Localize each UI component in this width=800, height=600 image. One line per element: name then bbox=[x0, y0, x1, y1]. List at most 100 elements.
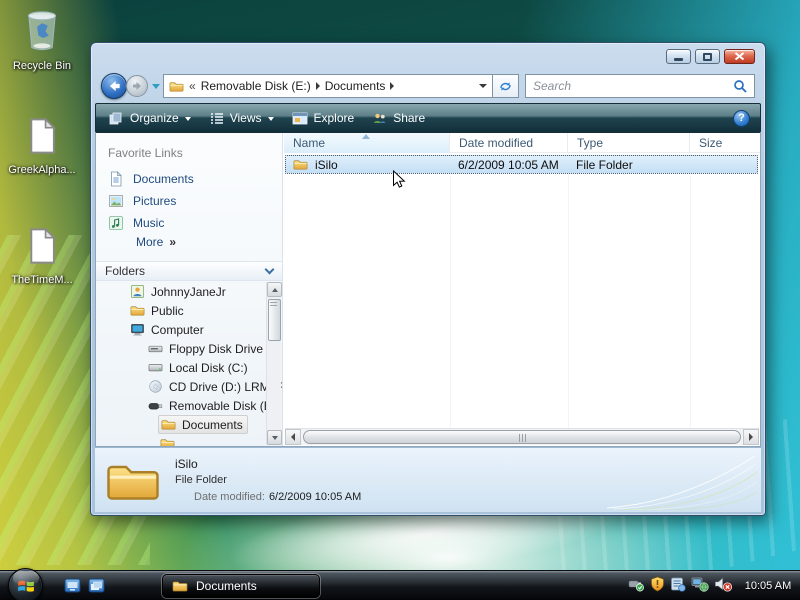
taskbar-button-label: Documents bbox=[196, 579, 257, 593]
system-tray: 10:05 AM bbox=[628, 571, 798, 600]
breadcrumb[interactable]: « Removable Disk (E:) Documents bbox=[163, 74, 493, 98]
search-input[interactable]: Search bbox=[525, 74, 755, 98]
tree-item-cd-drive[interactable]: CD Drive (D:) LRMCF bbox=[96, 377, 282, 396]
maximize-button[interactable] bbox=[695, 49, 720, 64]
scroll-down-button[interactable] bbox=[267, 430, 282, 445]
titlebar[interactable] bbox=[91, 43, 765, 69]
desktop-icon-label: TheTimeM... bbox=[11, 274, 72, 286]
minimize-button[interactable] bbox=[666, 49, 691, 64]
taskbar-button-documents[interactable]: Documents bbox=[162, 574, 320, 598]
close-icon bbox=[734, 52, 745, 61]
tree-item-label: JohnnyJaneJr bbox=[151, 285, 226, 299]
scrollbar-thumb[interactable] bbox=[268, 299, 281, 341]
breadcrumb-arrow-icon[interactable] bbox=[316, 82, 320, 90]
help-button[interactable]: ? bbox=[733, 110, 750, 127]
tree-item-documents-selected[interactable]: Documents bbox=[96, 415, 282, 434]
scrollbar-grip-icon bbox=[270, 299, 277, 300]
file-row-isilo-selected[interactable]: iSilo 6/2/2009 10:05 AM File Folder bbox=[285, 155, 758, 174]
favorite-link-label: Pictures bbox=[133, 194, 176, 208]
column-header-date-modified[interactable]: Date modified bbox=[450, 133, 568, 153]
folder-icon bbox=[169, 79, 184, 94]
breadcrumb-segment-drive[interactable]: Removable Disk (E:) bbox=[201, 79, 311, 93]
breadcrumb-arrow-icon[interactable] bbox=[390, 82, 394, 90]
safely-remove-hardware-icon[interactable] bbox=[628, 576, 645, 597]
favorite-links-title: Favorite Links bbox=[108, 146, 183, 160]
desktop-icon-greekalpha[interactable]: GreekAlpha... bbox=[0, 116, 84, 176]
forward-button[interactable] bbox=[126, 75, 148, 97]
recent-pages-caret-icon[interactable] bbox=[152, 84, 160, 89]
details-pane: iSilo File Folder Date modified:6/2/2009… bbox=[95, 447, 761, 512]
favorite-link-documents[interactable]: Documents bbox=[108, 169, 194, 188]
breadcrumb-segment-documents[interactable]: Documents bbox=[325, 79, 386, 93]
maximize-icon bbox=[703, 53, 712, 61]
organize-button[interactable]: Organize bbox=[100, 106, 200, 130]
folder-icon bbox=[130, 303, 145, 318]
search-icon[interactable] bbox=[733, 79, 747, 93]
forward-arrow-icon bbox=[131, 81, 143, 91]
desktop-icon-thetimem[interactable]: TheTimeM... bbox=[0, 226, 84, 286]
horizontal-scrollbar[interactable] bbox=[285, 428, 759, 445]
security-shield-icon[interactable] bbox=[650, 576, 665, 597]
window-content: Favorite Links Documents Pictures Music … bbox=[95, 133, 761, 447]
computer-icon bbox=[130, 322, 145, 337]
address-dropdown-caret-icon[interactable] bbox=[479, 84, 487, 88]
tree-item-partial[interactable] bbox=[96, 434, 282, 446]
details-item-name: iSilo bbox=[175, 457, 198, 471]
start-button[interactable] bbox=[8, 568, 43, 600]
views-button[interactable]: Views bbox=[200, 106, 283, 130]
share-label: Share bbox=[393, 111, 425, 125]
network-status-icon[interactable] bbox=[691, 576, 709, 597]
column-header-size[interactable]: Size bbox=[690, 133, 760, 153]
scroll-right-button[interactable] bbox=[743, 429, 759, 445]
tree-item-local-disk[interactable]: Local Disk (C:) bbox=[96, 358, 282, 377]
explore-label: Explore bbox=[314, 111, 355, 125]
column-header-name[interactable]: Name bbox=[284, 133, 450, 153]
scroll-up-button[interactable] bbox=[267, 282, 282, 297]
organize-label: Organize bbox=[130, 111, 179, 125]
volume-muted-icon[interactable] bbox=[714, 576, 733, 597]
flip3d-icon bbox=[88, 578, 105, 594]
show-desktop-button[interactable] bbox=[64, 578, 81, 594]
folder-icon bbox=[161, 417, 176, 432]
sort-ascending-icon bbox=[362, 134, 370, 139]
scroll-left-button[interactable] bbox=[285, 429, 301, 445]
scrollbar-thumb[interactable] bbox=[303, 430, 741, 444]
more-chevrons-icon: » bbox=[169, 235, 175, 249]
tree-item-computer[interactable]: Computer bbox=[96, 320, 282, 339]
tree-item-public[interactable]: Public bbox=[96, 301, 282, 320]
folder-tree: JohnnyJaneJr Public Computer Floppy Disk… bbox=[96, 282, 282, 446]
desktop-icon-label: Recycle Bin bbox=[13, 60, 71, 72]
scroll-down-icon bbox=[272, 436, 278, 440]
explore-button[interactable]: Explore bbox=[283, 106, 364, 130]
explorer-folder-icon bbox=[172, 578, 188, 594]
favorite-link-music[interactable]: Music bbox=[108, 213, 164, 232]
close-button[interactable] bbox=[724, 49, 755, 64]
tree-item-label: Floppy Disk Drive (A bbox=[169, 342, 278, 356]
desktop-icon-label: GreekAlpha... bbox=[8, 164, 75, 176]
desktop-icon-recycle-bin[interactable]: Recycle Bin bbox=[0, 6, 84, 72]
tree-item-user[interactable]: JohnnyJaneJr bbox=[96, 282, 282, 301]
tree-scrollbar[interactable] bbox=[266, 282, 281, 445]
taskbar-clock[interactable]: 10:05 AM bbox=[738, 580, 798, 592]
tree-item-floppy[interactable]: Floppy Disk Drive (A bbox=[96, 339, 282, 358]
documents-icon bbox=[108, 171, 124, 187]
column-label: Name bbox=[293, 136, 325, 150]
taskbar: Documents bbox=[0, 570, 800, 600]
tree-item-removable-disk[interactable]: Removable Disk (E:) bbox=[96, 396, 282, 415]
column-grid-line bbox=[690, 153, 691, 428]
pictures-icon bbox=[108, 193, 124, 209]
tray-app-icon[interactable] bbox=[670, 576, 686, 597]
share-button[interactable]: Share bbox=[363, 106, 434, 130]
details-date-row: Date modified:6/2/2009 10:05 AM bbox=[194, 491, 361, 503]
breadcrumb-overflow-chevrons[interactable]: « bbox=[189, 79, 196, 93]
tree-item-label: Computer bbox=[151, 323, 204, 337]
switch-windows-button[interactable] bbox=[88, 578, 105, 594]
folders-band[interactable]: Folders bbox=[96, 261, 282, 281]
back-button[interactable] bbox=[101, 73, 127, 99]
favorite-link-pictures[interactable]: Pictures bbox=[108, 191, 176, 210]
refresh-button[interactable] bbox=[493, 74, 519, 98]
explorer-window: « Removable Disk (E:) Documents Search bbox=[90, 42, 766, 516]
column-header-type[interactable]: Type bbox=[568, 133, 690, 153]
usb-drive-icon bbox=[148, 398, 163, 413]
more-links-button[interactable]: More » bbox=[136, 235, 175, 249]
